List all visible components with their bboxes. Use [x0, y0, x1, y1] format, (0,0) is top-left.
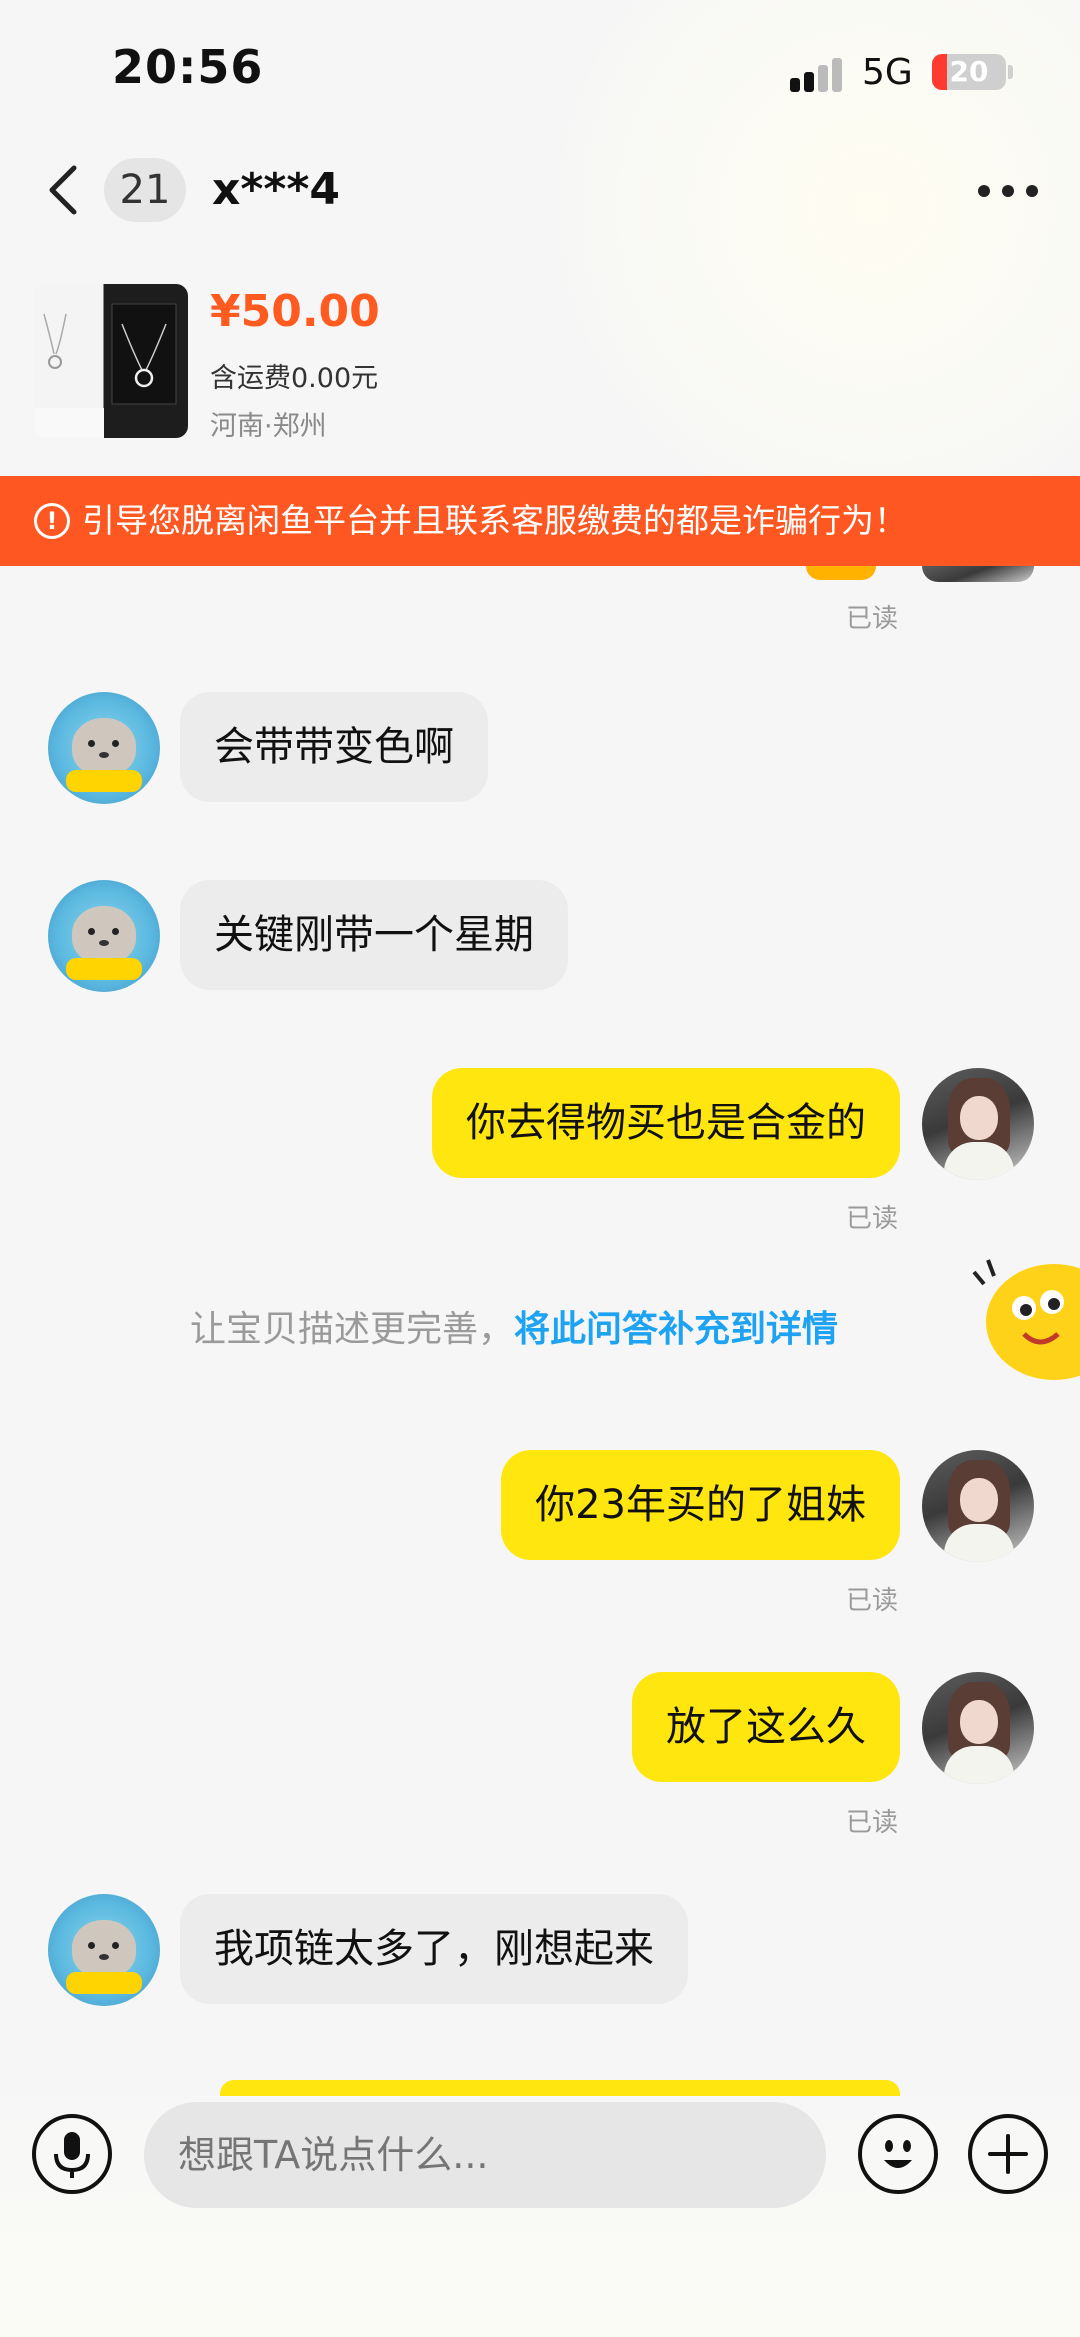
unread-count-badge[interactable]: 21	[104, 158, 186, 222]
partial-emoji	[806, 566, 876, 580]
product-card[interactable]: ¥50.00 含运费0.00元 河南·郑州	[0, 270, 1080, 450]
battery-percent: 20	[949, 55, 989, 88]
chevron-left-icon	[49, 165, 77, 215]
incoming-message[interactable]: 我项链太多了，刚想起来	[180, 1894, 688, 2004]
read-status: 已读	[846, 1586, 899, 1616]
chat-header: 21 x***4	[0, 140, 1080, 240]
status-time: 20:56	[112, 40, 264, 94]
plus-icon	[988, 2134, 1028, 2174]
necklace-image	[34, 303, 177, 438]
product-location: 河南·郑州	[210, 411, 327, 442]
exclamation-circle-icon: !	[34, 503, 70, 539]
seller-avatar[interactable]	[48, 880, 160, 992]
back-button[interactable]	[40, 160, 90, 220]
emoji-button[interactable]	[858, 2114, 938, 2194]
message-input[interactable]	[144, 2102, 826, 2208]
read-status: 已读	[846, 1204, 899, 1234]
my-avatar[interactable]	[922, 1068, 1034, 1180]
shipping-fee: 含运费0.00元	[210, 363, 379, 394]
status-bar: 20:56 5G 20	[0, 0, 1080, 140]
signal-icon	[790, 58, 844, 92]
seller-avatar[interactable]	[48, 1894, 160, 2006]
my-avatar[interactable]	[922, 1450, 1034, 1562]
incoming-message[interactable]: 会带带变色啊	[180, 692, 488, 802]
read-status: 已读	[846, 1808, 899, 1838]
read-status: 已读	[846, 604, 899, 634]
product-thumbnail[interactable]	[34, 284, 188, 438]
product-price: ¥50.00	[210, 286, 380, 337]
fraud-warning-banner: ! 引导您脱离闲鱼平台并且联系客服缴费的都是诈骗行为！	[0, 476, 1080, 566]
battery-tip	[1008, 65, 1013, 79]
seller-avatar[interactable]	[48, 692, 160, 804]
smiley-icon	[884, 2140, 912, 2168]
outgoing-message[interactable]: 你23年买的了姐妹	[501, 1450, 900, 1560]
chat-title[interactable]: x***4	[212, 164, 340, 215]
more-actions-button[interactable]	[968, 2114, 1048, 2194]
more-options-button[interactable]	[976, 168, 1040, 212]
more-dots-icon	[978, 185, 990, 197]
outgoing-message[interactable]: 放了这么久	[632, 1672, 900, 1782]
qa-hint-text: 让宝贝描述更完善，	[190, 1309, 515, 1350]
my-avatar[interactable]	[922, 1672, 1034, 1784]
network-type: 5G	[862, 52, 913, 93]
voice-button[interactable]	[32, 2114, 112, 2194]
mascot-icon	[968, 1250, 1080, 1380]
input-bar	[0, 2096, 1080, 2337]
incoming-message[interactable]: 关键刚带一个星期	[180, 880, 568, 990]
battery-icon: 20	[932, 54, 1006, 90]
qa-hint: 让宝贝描述更完善，将此问答补充到详情	[190, 1300, 838, 1352]
outgoing-message[interactable]: 你去得物买也是合金的	[432, 1068, 900, 1178]
my-avatar-partial	[922, 566, 1034, 582]
warning-text: 引导您脱离闲鱼平台并且联系客服缴费的都是诈骗行为！	[82, 501, 907, 540]
microphone-icon	[54, 2132, 90, 2178]
qa-hint-link[interactable]: 将此问答补充到详情	[514, 1309, 838, 1350]
